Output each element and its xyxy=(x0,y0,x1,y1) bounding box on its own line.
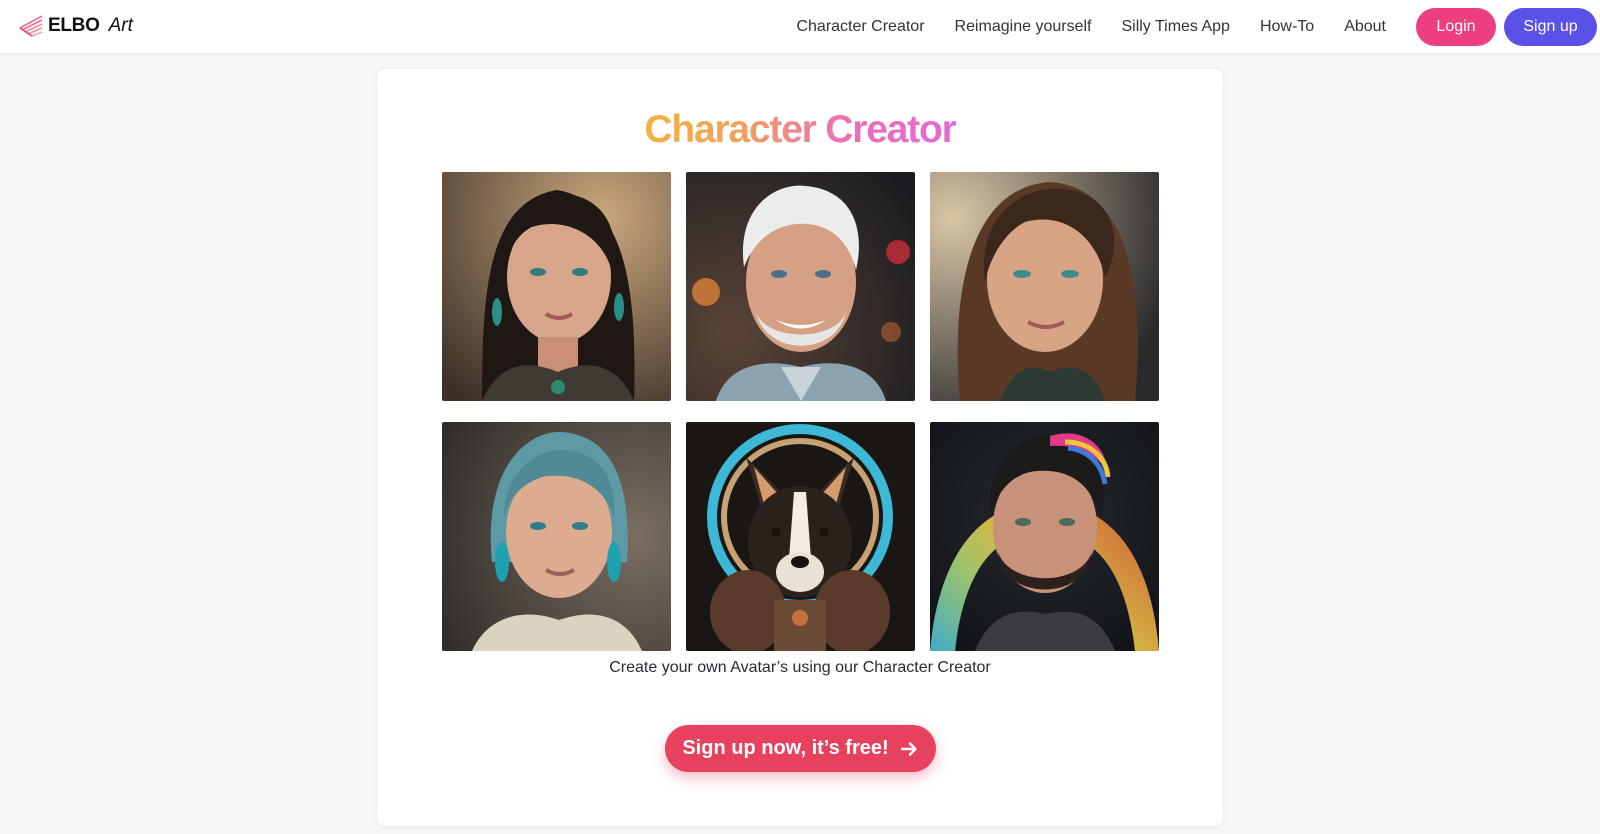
signup-button[interactable]: Sign up xyxy=(1504,7,1597,46)
nav-character-creator[interactable]: Character Creator xyxy=(796,18,924,36)
nav-how-to[interactable]: How-To xyxy=(1260,18,1314,36)
dog-portrait-icon xyxy=(686,422,915,651)
white-haired-man-portrait-icon xyxy=(686,172,915,401)
gallery-item[interactable] xyxy=(930,172,1159,401)
gallery-item[interactable] xyxy=(930,422,1159,651)
page-title: Character Creator xyxy=(644,108,956,151)
woman-dark-hair-portrait-icon xyxy=(442,172,671,401)
arrow-right-icon xyxy=(900,741,917,756)
brand-icon xyxy=(19,15,43,37)
top-navbar: ELBO Art Character Creator Reimagine you… xyxy=(0,0,1600,53)
gallery-item[interactable] xyxy=(686,172,915,401)
avatar-gallery xyxy=(442,172,1159,651)
gallery-item[interactable] xyxy=(442,422,671,651)
nav-silly-times-app[interactable]: Silly Times App xyxy=(1121,18,1229,36)
logo-text: ELBO xyxy=(48,15,100,36)
gallery-caption: Create your own Avatar’s using our Chara… xyxy=(609,659,991,676)
nav-reimagine-yourself[interactable]: Reimagine yourself xyxy=(955,18,1092,36)
logo-subtext: Art xyxy=(108,15,133,36)
nav-about[interactable]: About xyxy=(1344,18,1386,36)
woman-brown-hair-portrait-icon xyxy=(930,172,1159,401)
signup-cta-label: Sign up now, it’s free! xyxy=(682,737,889,759)
signup-cta-button[interactable]: Sign up now, it’s free! xyxy=(665,725,936,772)
login-button[interactable]: Login xyxy=(1416,7,1496,46)
main-nav: Character Creator Reimagine yourself Sil… xyxy=(796,0,1600,53)
woman-teal-hair-portrait-icon xyxy=(442,422,671,651)
man-rainbow-hair-portrait-icon xyxy=(930,422,1159,651)
character-creator-card: Character Creator Create your own Avatar… xyxy=(377,69,1223,826)
logo[interactable]: ELBO Art xyxy=(18,14,133,38)
gallery-item[interactable] xyxy=(686,422,915,651)
gallery-item[interactable] xyxy=(442,172,671,401)
